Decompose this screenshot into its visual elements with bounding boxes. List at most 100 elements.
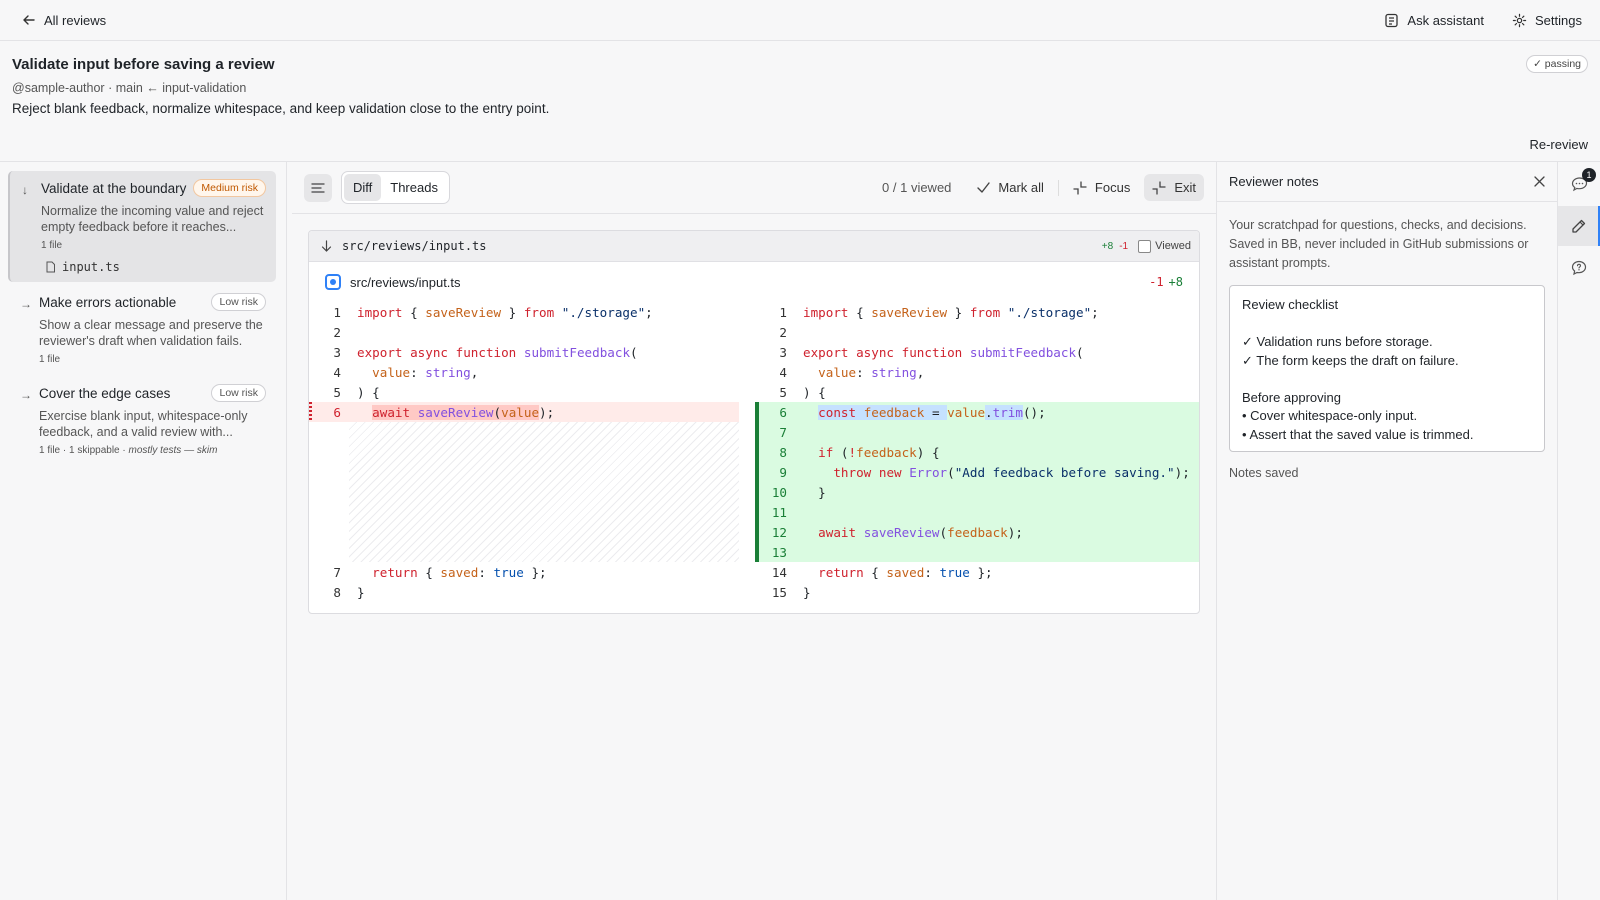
review-header: Validate input before saving a review @s…: [0, 41, 1600, 162]
diff-line[interactable]: 5) {: [309, 382, 739, 402]
diff-added-line[interactable]: 9 throw new Error("Add feedback before s…: [755, 462, 1199, 482]
diff-line[interactable]: 1 import { saveReview } from "./storage";: [309, 302, 739, 322]
tab-threads[interactable]: Threads: [381, 174, 447, 201]
step-title: Make errors actionable: [39, 294, 177, 310]
diff-added-line[interactable]: 7: [755, 422, 1199, 442]
diff-pane-new: 1 import { saveReview } from "./storage";…: [755, 302, 1199, 602]
code-text: if (!feedback) {: [818, 444, 940, 460]
file-header[interactable]: src/reviews/input.ts +8 -1 Viewed: [309, 231, 1199, 262]
notes-header: Reviewer notes: [1217, 162, 1557, 202]
step-item[interactable]: → Cover the edge cases Low risk Exercise…: [8, 376, 276, 464]
diff-added-line[interactable]: 6 const feedback = value.trim();: [755, 402, 1199, 422]
diff-added-line[interactable]: 13: [755, 542, 1199, 562]
comments-button[interactable]: 1: [1558, 164, 1600, 204]
diff-line[interactable]: 3 export async function submitFeedback(: [755, 342, 1199, 362]
line-number: 1: [333, 304, 341, 320]
deletions-count: -1: [1119, 240, 1129, 252]
notes-textarea[interactable]: Review checklist ✓ Validation runs befor…: [1229, 285, 1545, 452]
toggle-sidebar-button[interactable]: [304, 173, 332, 202]
diff-line[interactable]: 4 value: string,: [755, 362, 1199, 382]
line-number: 10: [771, 484, 787, 500]
line-number: 3: [779, 344, 787, 360]
step-item[interactable]: ↓ Validate at the boundary Medium risk N…: [8, 171, 276, 282]
file-type-icon: [325, 274, 341, 290]
focus-icon: [1073, 180, 1087, 195]
diff-line[interactable]: 8}: [309, 582, 739, 602]
line-number: 1: [779, 304, 787, 320]
code-text: export async function submitFeedback(: [803, 344, 1084, 360]
line-number: 15: [771, 584, 787, 600]
notes-button[interactable]: [1558, 206, 1600, 246]
line-number: 14: [771, 564, 787, 580]
line-number: 9: [779, 464, 787, 480]
step-file-link[interactable]: input.ts: [41, 260, 266, 274]
diff-line[interactable]: 4 value: string,: [309, 362, 739, 382]
code-text: import { saveReview } from "./storage";: [357, 304, 653, 320]
step-description: Exercise blank input, whitespace-only fe…: [39, 409, 248, 439]
diff-line[interactable]: 1 import { saveReview } from "./storage";: [755, 302, 1199, 322]
diff-line[interactable]: 2: [755, 322, 1199, 342]
diff-line[interactable]: 7 return { saved: true };: [309, 562, 739, 582]
diff-line[interactable]: 15}: [755, 582, 1199, 602]
exit-focus-button[interactable]: Exit: [1144, 174, 1204, 201]
line-number: 2: [779, 324, 787, 340]
code-text: await saveReview(feedback);: [818, 524, 1023, 540]
exit-icon: [1152, 180, 1166, 195]
diff-added-line[interactable]: 10 }: [755, 482, 1199, 502]
line-number: 5: [779, 384, 787, 400]
line-number: 13: [771, 544, 787, 560]
code-text: throw new Error("Add feedback before sav…: [833, 464, 1190, 480]
code-text: import { saveReview } from "./storage";: [803, 304, 1099, 320]
diff-added-line[interactable]: 12 await saveReview(feedback);: [755, 522, 1199, 542]
line-number: 12: [771, 524, 787, 540]
diff-toolbar: Diff Threads 0 / 1 viewed Mark all Focus…: [292, 162, 1216, 214]
diff-line[interactable]: 5) {: [755, 382, 1199, 402]
sub-additions-count: +8: [1168, 275, 1183, 289]
diff-line[interactable]: 14 return { saved: true };: [755, 562, 1199, 582]
help-icon: [1571, 260, 1587, 276]
code-text: return { saved: true };: [818, 564, 993, 580]
risk-badge: Medium risk: [193, 179, 266, 197]
diff-added-line[interactable]: 8 if (!feedback) {: [755, 442, 1199, 462]
checkbox-icon[interactable]: [1138, 239, 1152, 253]
step-meta: 1 file · 1 skippable · mostly tests — sk…: [39, 445, 266, 456]
step-meta-text: 1 file · 1 skippable ·: [39, 445, 129, 456]
step-description: Show a clear message and preserve the re…: [39, 318, 263, 348]
focus-label: Focus: [1094, 180, 1131, 195]
line-number: 6: [779, 404, 787, 420]
notes-help-text: Your scratchpad for questions, checks, a…: [1229, 218, 1529, 270]
additions-count: +8: [1101, 240, 1114, 252]
reviewer-notes-panel: Reviewer notes Your scratchpad for quest…: [1216, 162, 1557, 900]
file-subheader: src/reviews/input.ts -1 +8: [309, 262, 1199, 302]
mark-all-button[interactable]: Mark all: [969, 174, 1052, 201]
close-icon[interactable]: [1534, 176, 1545, 187]
page-title: Validate input before saving a review: [12, 56, 275, 73]
diff-line[interactable]: 2: [309, 322, 739, 342]
diff-added-line[interactable]: 11: [755, 502, 1199, 522]
exit-label: Exit: [1174, 180, 1196, 195]
tab-diff[interactable]: Diff: [344, 174, 382, 201]
back-to-reviews-link[interactable]: All reviews: [22, 13, 106, 28]
diff-panel: Diff Threads 0 / 1 viewed Mark all Focus…: [292, 162, 1216, 900]
arrow-left-icon: [22, 13, 36, 27]
help-button[interactable]: [1558, 248, 1600, 288]
line-number: 5: [333, 384, 341, 400]
settings-button[interactable]: Settings: [1512, 13, 1582, 28]
viewed-checkbox[interactable]: Viewed: [1138, 239, 1191, 253]
code-text: }: [803, 484, 826, 500]
focus-button[interactable]: Focus: [1065, 174, 1138, 201]
step-item[interactable]: → Make errors actionable Low risk Show a…: [8, 285, 276, 373]
line-number: 2: [333, 324, 341, 340]
chevron-down-icon[interactable]: [321, 240, 332, 252]
ask-assistant-button[interactable]: Ask assistant: [1384, 13, 1484, 28]
re-review-button[interactable]: Re-review: [1529, 137, 1588, 152]
diff-line[interactable]: 3 export async function submitFeedback(: [309, 342, 739, 362]
line-number: 11: [771, 504, 787, 520]
code-text: export async function submitFeedback(: [357, 344, 638, 360]
line-number: 7: [333, 564, 341, 580]
code-text: value: string,: [818, 364, 925, 380]
line-number: 6: [333, 404, 341, 420]
notes-save-status: Notes saved: [1229, 466, 1299, 480]
diff-deleted-line[interactable]: 6 await saveReview(value);: [309, 402, 739, 422]
view-tabs: Diff Threads: [341, 171, 450, 204]
